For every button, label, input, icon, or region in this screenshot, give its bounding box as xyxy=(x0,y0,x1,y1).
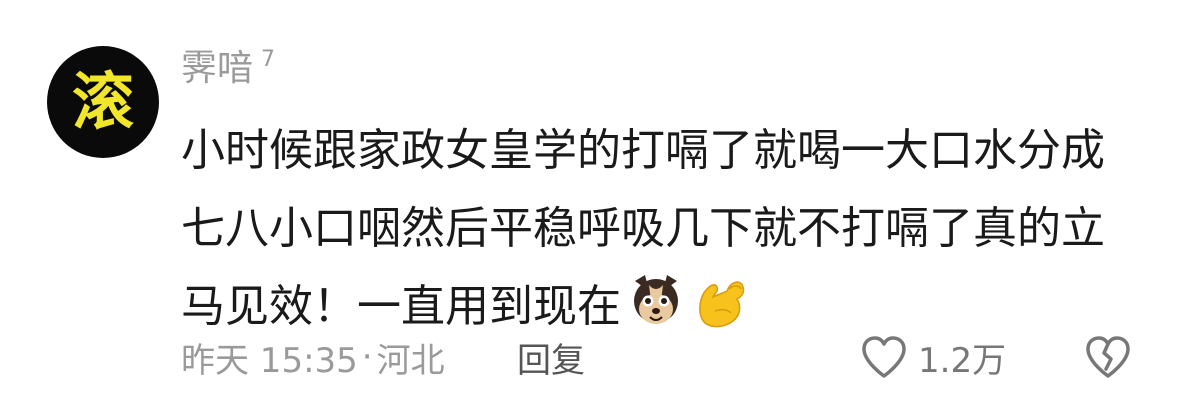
username[interactable]: 霁喑 xyxy=(181,51,253,87)
comment-body: 小时候跟家政女皇学的打嗝了就喝一大口水分成七八小口咽然后平稳呼吸几下就不打嗝了真… xyxy=(181,112,1121,346)
comment-meta: 昨天 15:35 · 河北 xyxy=(181,330,445,384)
dislike-button[interactable] xyxy=(1084,333,1132,381)
like-count: 1.2万 xyxy=(918,340,1007,381)
username-row: 霁喑 7 xyxy=(181,46,275,92)
reply-button[interactable]: 回复 xyxy=(517,330,585,384)
flexed-biceps-emoji xyxy=(699,281,745,328)
like-button[interactable]: 1.2万 xyxy=(860,330,1006,384)
user-level-badge: 7 xyxy=(261,46,276,72)
reply-label: 回复 xyxy=(517,340,585,381)
broken-heart-icon xyxy=(1086,336,1130,378)
comment-location: 河北 xyxy=(376,340,445,381)
avatar-char: 滚 xyxy=(71,65,134,138)
dog-face-emoji xyxy=(634,275,678,324)
heart-icon xyxy=(862,336,906,378)
meta-separator: · xyxy=(361,337,373,377)
comment-time: 昨天 15:35 xyxy=(181,340,358,381)
avatar[interactable]: 滚 xyxy=(47,46,159,158)
